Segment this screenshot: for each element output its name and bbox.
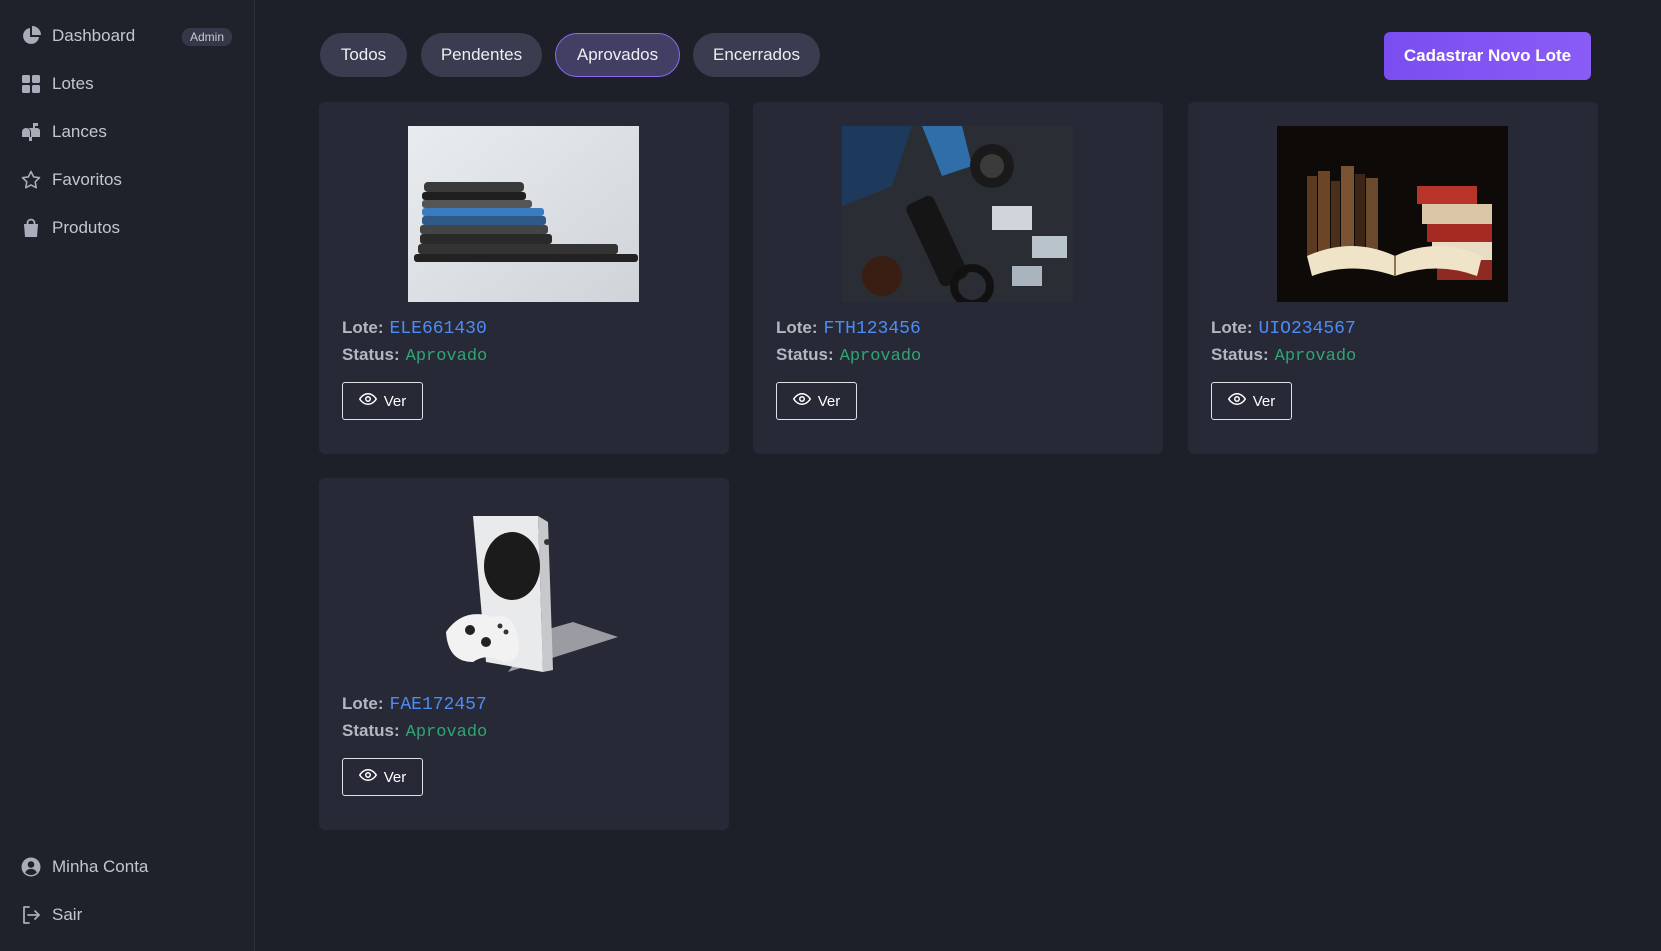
star-icon (20, 169, 42, 191)
lot-line: Lote: FAE172457 (342, 694, 487, 715)
pie-chart-icon (20, 25, 42, 47)
view-button-label: Ver (817, 392, 841, 410)
view-button-label: Ver (383, 768, 407, 786)
lot-card: Lote: FTH123456 Status: Aprovado Ver (753, 102, 1163, 454)
lot-code: ELE661430 (389, 319, 487, 339)
sidebar-item-label: Produtos (52, 218, 121, 237)
status-line: Status: Aprovado (1211, 345, 1356, 366)
lot-label: Lote: (342, 694, 384, 713)
grid-icon (20, 73, 42, 95)
view-button-label: Ver (1252, 392, 1276, 410)
tab-todos[interactable]: Todos (320, 33, 407, 77)
sidebar-item-label: Lotes (52, 74, 94, 93)
status-value: Aprovado (1274, 347, 1357, 366)
eye-icon (1227, 390, 1246, 412)
status-value: Aprovado (839, 347, 922, 366)
view-button[interactable]: Ver (342, 758, 423, 796)
eye-icon (358, 390, 377, 412)
sidebar: Dashboard Admin Lotes Lances Favoritos P… (0, 0, 255, 951)
mailbox-icon (20, 121, 42, 143)
lot-line: Lote: FTH123456 (776, 318, 921, 339)
sidebar-item-produtos[interactable]: Produtos (20, 212, 120, 244)
tab-pendentes[interactable]: Pendentes (421, 33, 542, 77)
sidebar-item-minha-conta[interactable]: Minha Conta (20, 851, 148, 883)
sidebar-item-dashboard[interactable]: Dashboard (20, 20, 135, 52)
lot-code: FAE172457 (389, 695, 487, 715)
sidebar-item-sair[interactable]: Sair (20, 899, 82, 931)
view-button-label: Ver (383, 392, 407, 410)
tab-aprovados[interactable]: Aprovados (555, 33, 680, 77)
status-label: Status: (1211, 345, 1269, 364)
lot-code: UIO234567 (1258, 319, 1356, 339)
stacked-phones-image (408, 126, 639, 302)
tab-encerrados[interactable]: Encerrados (693, 33, 820, 77)
lot-card: Lote: ELE661430 Status: Aprovado Ver (319, 102, 729, 454)
eye-icon (358, 766, 377, 788)
lot-code: FTH123456 (823, 319, 921, 339)
shopping-bag-icon (20, 217, 42, 239)
status-value: Aprovado (405, 723, 488, 742)
lot-card: Lote: FAE172457 Status: Aprovado Ver (319, 478, 729, 830)
old-books-image (1277, 126, 1508, 302)
admin-badge: Admin (182, 28, 233, 46)
view-button[interactable]: Ver (776, 382, 857, 420)
status-label: Status: (776, 345, 834, 364)
lot-label: Lote: (1211, 318, 1253, 337)
lot-line: Lote: UIO234567 (1211, 318, 1356, 339)
camera-gear-image (842, 126, 1073, 302)
lot-label: Lote: (776, 318, 818, 337)
status-line: Status: Aprovado (342, 721, 487, 742)
new-lot-button[interactable]: Cadastrar Novo Lote (1384, 32, 1591, 80)
sidebar-item-label: Favoritos (52, 170, 122, 189)
status-line: Status: Aprovado (342, 345, 487, 366)
eye-icon (792, 390, 811, 412)
sidebar-item-favoritos[interactable]: Favoritos (20, 164, 122, 196)
lot-card: Lote: UIO234567 Status: Aprovado Ver (1188, 102, 1598, 454)
logout-icon (20, 904, 42, 926)
sidebar-item-label: Minha Conta (52, 857, 149, 876)
lot-label: Lote: (342, 318, 384, 337)
user-circle-icon (20, 856, 42, 878)
sidebar-item-label: Sair (52, 905, 83, 924)
lot-line: Lote: ELE661430 (342, 318, 487, 339)
game-console-image (408, 502, 639, 678)
view-button[interactable]: Ver (1211, 382, 1292, 420)
status-value: Aprovado (405, 347, 488, 366)
sidebar-item-lances[interactable]: Lances (20, 116, 107, 148)
status-label: Status: (342, 721, 400, 740)
status-label: Status: (342, 345, 400, 364)
sidebar-item-lotes[interactable]: Lotes (20, 68, 94, 100)
status-line: Status: Aprovado (776, 345, 921, 366)
sidebar-item-label: Lances (52, 122, 107, 141)
sidebar-item-label: Dashboard (52, 26, 136, 45)
view-button[interactable]: Ver (342, 382, 423, 420)
